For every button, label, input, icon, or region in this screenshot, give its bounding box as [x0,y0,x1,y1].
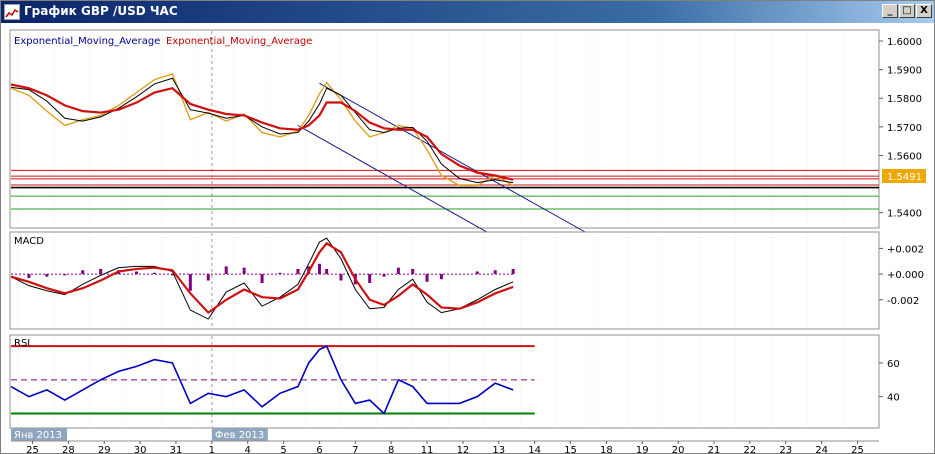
x-tick-label: 6 [316,445,322,453]
month-label: Фев 2013 [215,430,264,441]
current-price-label: 1.5491 [887,172,922,183]
x-tick-label: 21 [708,445,721,453]
legend-ema-slow: Exponential_Moving_Average [166,36,312,47]
maximize-button[interactable]: □ [899,4,915,18]
x-tick-label: 15 [564,445,577,453]
x-tick-label: 4 [245,445,251,453]
x-tick-label: 12 [457,445,470,453]
title-bar[interactable]: График GBP /USD ЧАС _ □ X [1,1,934,23]
y-tick-label: -0.002 [887,296,919,307]
month-label: Янв 2013 [14,430,62,441]
y-tick-label: 1.5400 [887,209,922,220]
x-tick-label: 1 [209,445,215,453]
y-tick-label: +0.002 [887,244,924,255]
x-tick-label: 28 [62,445,75,453]
x-tick-label: 8 [388,445,394,453]
chart-area[interactable]: 1.6000 1.5900 1.5800 1.5700 1.5600 1.5400 Exp… [1,23,934,453]
y-tick-label: 1.5800 [887,94,922,105]
x-tick-label: 25 [851,445,864,453]
macd-panel-frame [9,231,880,330]
y-tick-label: 40 [887,393,900,404]
x-tick-label: 13 [492,445,505,453]
x-tick-label: 20 [672,445,685,453]
y-tick-label: 1.5600 [887,151,922,162]
price-panel-frame [9,29,880,229]
y-tick-label: +0.000 [887,270,924,281]
x-tick-label: 19 [636,445,649,453]
window-title: График GBP /USD ЧАС [24,4,178,18]
chart-window: График GBP /USD ЧАС _ □ X 1.6000 1.5900 1.… [0,0,935,454]
chart-icon [4,4,20,20]
price-panel: 1.6000 1.5900 1.5800 1.5700 1.5600 1.5400 Exp… [9,29,926,241]
y-tick-label: 60 [887,359,900,370]
y-tick-label: 1.5900 [887,66,922,77]
x-tick-label: 31 [170,445,183,453]
y-tick-label: 1.5700 [887,123,922,134]
x-tick-label: 30 [134,445,147,453]
x-tick-label: 29 [98,445,111,453]
y-tick-label: 1.6000 [887,37,922,48]
x-tick-label: 18 [600,445,613,453]
rsi-panel: 60 40 RSI [9,334,900,429]
x-tick-label: 11 [421,445,434,453]
x-tick-label: 22 [744,445,757,453]
close-button[interactable]: X [916,4,932,18]
x-tick-label: 7 [352,445,358,453]
macd-panel: +0.002 +0.000 -0.002 MACD [9,231,924,330]
legend-ema-fast: Exponential_Moving_Average [14,36,160,47]
legend-rsi: RSI [14,338,30,349]
x-tick-label: 25 [26,445,39,453]
legend-macd: MACD [14,236,44,247]
x-tick-label: 23 [779,445,792,453]
minimize-button[interactable]: _ [882,4,898,18]
x-tick-label: 14 [528,445,541,453]
x-tick-label: 24 [815,445,828,453]
x-tick-label: 5 [280,445,286,453]
